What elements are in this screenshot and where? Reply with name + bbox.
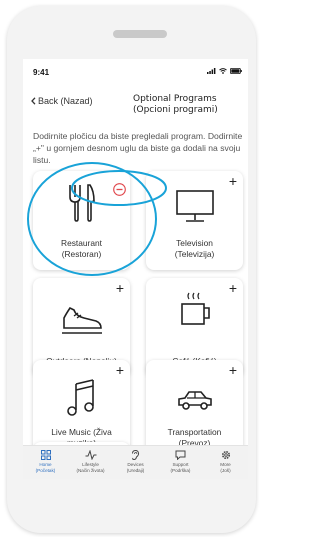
add-button[interactable]: + bbox=[116, 363, 124, 377]
tile-label: Television (Televizija) bbox=[146, 238, 243, 260]
tile-label-line1: Transportation bbox=[167, 427, 222, 437]
ear-icon bbox=[132, 450, 140, 460]
battery-icon bbox=[230, 68, 242, 74]
add-button[interactable]: + bbox=[229, 281, 237, 295]
tab-lifestyle-label2: (Način života) bbox=[76, 467, 105, 473]
gear-icon bbox=[221, 450, 230, 460]
grid-icon bbox=[40, 450, 51, 460]
fork-knife-icon bbox=[68, 184, 95, 222]
tab-home-label2: (Početak) bbox=[35, 467, 56, 473]
tab-bar: Home (Početak) Lifestyle (Način života) … bbox=[23, 445, 248, 479]
pulse-icon bbox=[85, 450, 96, 460]
tile-label-line1: Restaurant bbox=[61, 238, 102, 248]
minus-circle-icon bbox=[113, 183, 126, 196]
tab-more[interactable]: More (Još) bbox=[203, 450, 248, 473]
status-icons bbox=[207, 68, 242, 74]
chevron-left-icon bbox=[31, 97, 36, 105]
app-screen: 9:41 Back (Nazad) Optional Programs (Opc… bbox=[23, 59, 248, 479]
signal-icon bbox=[207, 68, 216, 74]
music-note-icon bbox=[66, 379, 94, 416]
shoe-icon bbox=[61, 306, 102, 334]
status-bar: 9:41 bbox=[23, 59, 248, 79]
tile-label-line2: (Televizija) bbox=[174, 249, 215, 259]
tab-support-label2: (Podrška) bbox=[170, 467, 191, 473]
program-tile-television[interactable]: + Television (Televizija) bbox=[146, 171, 243, 270]
add-button[interactable]: + bbox=[116, 281, 124, 295]
tab-devices-label2: (Uređaji) bbox=[126, 467, 145, 473]
tab-lifestyle[interactable]: Lifestyle (Način života) bbox=[68, 450, 113, 473]
status-time: 9:41 bbox=[33, 68, 50, 77]
back-button[interactable]: Back (Nazad) bbox=[31, 96, 93, 106]
tab-support[interactable]: Support (Podrška) bbox=[158, 450, 203, 473]
remove-button[interactable] bbox=[113, 183, 126, 196]
page-title: Optional Programs (Opcioni programi) bbox=[133, 94, 248, 116]
phone-speaker bbox=[113, 30, 167, 38]
tv-icon bbox=[175, 190, 214, 222]
tab-devices[interactable]: Devices (Uređaji) bbox=[113, 450, 158, 473]
page-title-line1: Optional Programs bbox=[133, 94, 217, 104]
add-button[interactable]: + bbox=[229, 174, 237, 188]
tile-label: Restaurant (Restoran) bbox=[33, 238, 130, 260]
add-button[interactable]: + bbox=[229, 363, 237, 377]
chat-icon bbox=[175, 450, 186, 460]
tab-home[interactable]: Home (Početak) bbox=[23, 450, 68, 473]
tile-label-line1: Television bbox=[176, 238, 213, 248]
page-title-line2: (Opcioni programi) bbox=[133, 105, 218, 115]
tile-label-line1: Live Music (Živa bbox=[51, 427, 112, 437]
tab-more-label2: (Još) bbox=[220, 467, 231, 473]
wifi-icon bbox=[219, 68, 227, 74]
coffee-cup-icon bbox=[180, 292, 210, 325]
back-label: Back (Nazad) bbox=[38, 96, 93, 106]
nav-bar: Back (Nazad) Optional Programs (Opcioni … bbox=[23, 81, 248, 117]
tile-label-line2: (Restoran) bbox=[61, 249, 102, 259]
instructions-text: Dodirnite pločicu da biste pregledali pr… bbox=[33, 131, 243, 165]
car-icon bbox=[177, 391, 212, 410]
